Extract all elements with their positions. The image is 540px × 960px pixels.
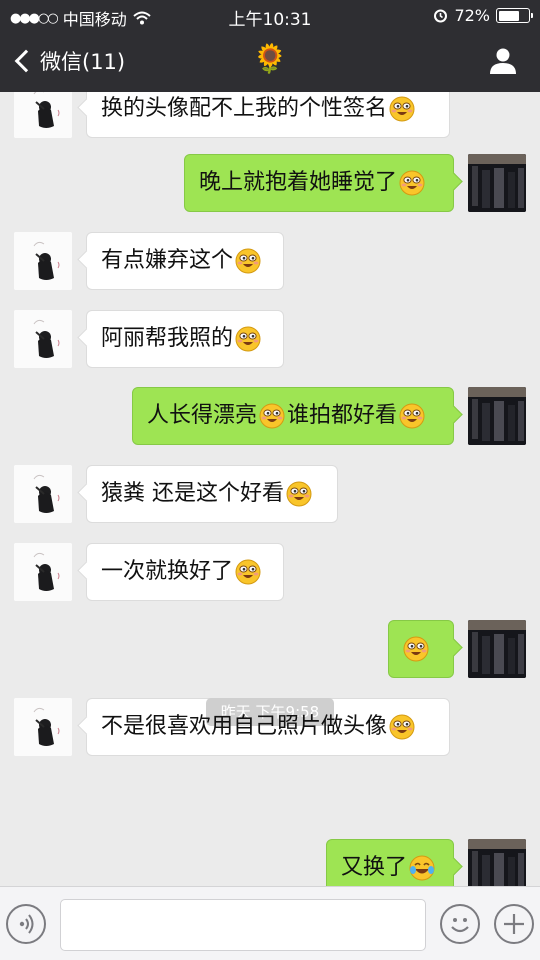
grin-emoji-icon [235, 326, 261, 352]
message-bubble[interactable]: 人长得漂亮 谁拍都好看 [132, 387, 454, 445]
contact-avatar-image [14, 310, 72, 368]
plus-icon [504, 914, 524, 934]
contact-avatar[interactable] [14, 465, 72, 523]
message-text: 换的头像配不上我的个性签名 [101, 96, 388, 121]
message-bubble[interactable]: 晚上就抱着她睡觉了 [184, 154, 454, 212]
grin-emoji-icon [235, 248, 261, 274]
grin-emoji-icon [399, 403, 425, 429]
user-avatar[interactable] [468, 387, 526, 445]
grin-emoji-icon [389, 714, 415, 740]
grin-emoji-icon [286, 481, 312, 507]
person-icon[interactable] [488, 46, 518, 76]
contact-avatar-image [14, 698, 72, 756]
contact-avatar-image [14, 465, 72, 523]
user-avatar[interactable] [468, 620, 526, 678]
message-text: 谁拍都好看 [287, 403, 398, 428]
message-text: 人长得漂亮 [147, 403, 258, 428]
user-avatar-image [468, 620, 526, 678]
message-bubble[interactable]: 猿粪 还是这个好看 [86, 465, 338, 523]
contact-avatar[interactable] [14, 310, 72, 368]
message-bubble[interactable]: 阿丽帮我照的 [86, 310, 284, 368]
contact-avatar-image [14, 92, 72, 138]
message-text: 一次就换好了 [101, 559, 234, 584]
chat-title: 🌻 [252, 42, 288, 75]
message-bubble[interactable]: 一次就换好了 [86, 543, 284, 601]
message-input[interactable] [60, 899, 426, 951]
message-text: 猿粪 还是这个好看 [101, 481, 284, 506]
message-text: 晚上就抱着她睡觉了 [199, 170, 398, 195]
grin-emoji-icon [259, 403, 285, 429]
nav-bar: 微信(11) 🌻 [0, 32, 540, 92]
user-avatar-image [468, 154, 526, 212]
grin-emoji-icon [399, 170, 425, 196]
battery-icon [496, 8, 533, 23]
message-text: 阿丽帮我照的 [101, 326, 234, 351]
message-bubble[interactable]: 换的头像配不上我的个性签名 [86, 92, 450, 138]
contact-avatar[interactable] [14, 543, 72, 601]
message-bubble[interactable]: 不是很喜欢用自己照片做头像 [86, 698, 450, 756]
message-text: 有点嫌弃这个 [101, 248, 234, 273]
tears-of-joy-emoji-icon [409, 855, 435, 881]
message-text: 不是很喜欢用自己照片做头像 [101, 714, 388, 739]
voice-icon [19, 914, 34, 934]
more-button[interactable] [494, 904, 534, 944]
contact-avatar-image [14, 543, 72, 601]
voice-button[interactable] [6, 904, 46, 944]
contact-avatar[interactable] [14, 92, 72, 138]
status-bar: ●●●○○ 中国移动 上午10:31 72% [0, 0, 540, 32]
smiley-icon [451, 918, 469, 933]
grin-emoji-icon [389, 96, 415, 122]
battery-fill [498, 10, 520, 21]
message-text: 又换了 [341, 855, 408, 880]
message-bubble[interactable]: 又换了 [326, 839, 454, 886]
battery-percent: 72% [454, 6, 490, 25]
input-bar [0, 886, 540, 960]
grin-emoji-icon [403, 636, 429, 662]
contact-avatar-image [14, 232, 72, 290]
message-bubble[interactable]: 有点嫌弃这个 [86, 232, 284, 290]
user-avatar[interactable] [468, 154, 526, 212]
user-avatar-image [468, 839, 526, 886]
chat-area[interactable]: 换的头像配不上我的个性签名晚上就抱着她睡觉了有点嫌弃这个 阿丽帮我照的人长得漂亮 谁… [0, 92, 540, 886]
user-avatar-image [468, 387, 526, 445]
user-avatar[interactable] [468, 839, 526, 886]
emoji-button[interactable] [440, 904, 480, 944]
contact-avatar[interactable] [14, 698, 72, 756]
grin-emoji-icon [235, 559, 261, 585]
message-bubble[interactable] [388, 620, 454, 678]
alarm-icon [434, 9, 448, 23]
contact-avatar[interactable] [14, 232, 72, 290]
